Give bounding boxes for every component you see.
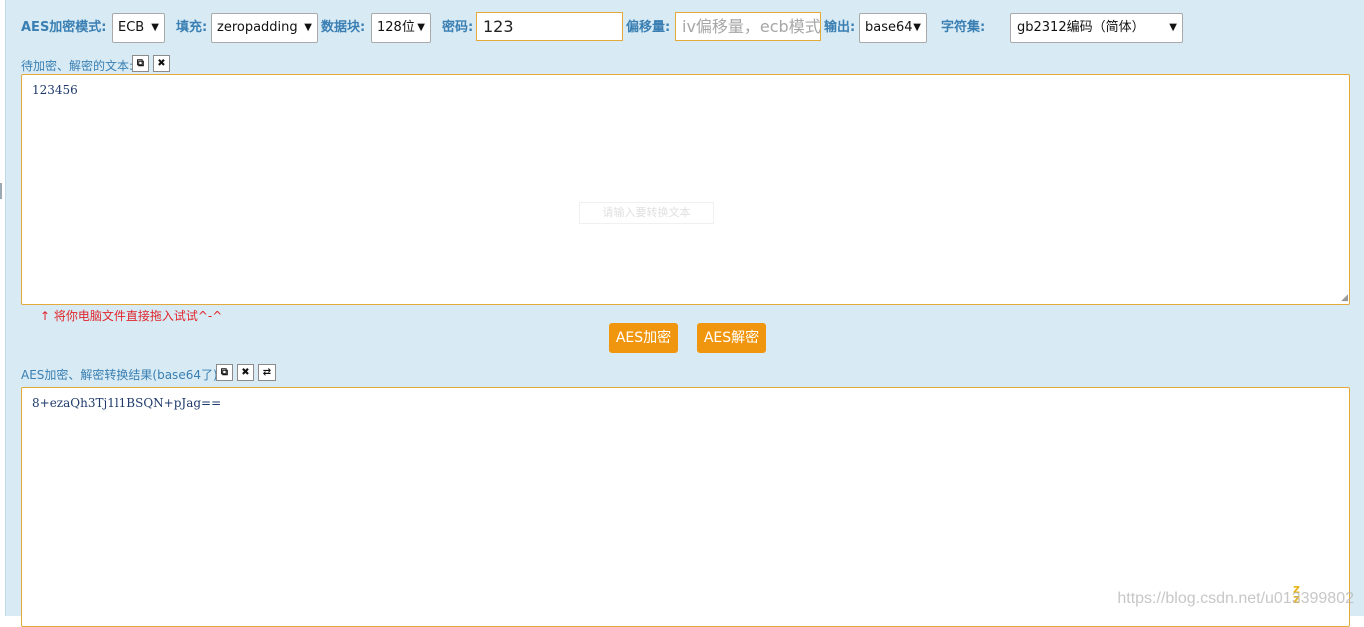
iv-input[interactable]: iv偏移量，ecb模式: [675, 12, 821, 41]
output-select-value: base64: [865, 20, 913, 35]
chevron-down-icon: ▼: [417, 22, 425, 33]
settings-toolbar: AES加密模式: ECB ▼ 填充: zeropadding ▼ 数据块: 12…: [6, 0, 1364, 56]
block-select-value: 128位: [377, 20, 415, 35]
output-text: 8+ezaQh3Tj1l1BSQN+pJag==: [32, 396, 222, 410]
chevron-down-icon: ▼: [913, 22, 921, 33]
input-placeholder-hint: 请输入要转换文本: [579, 202, 714, 224]
input-textarea[interactable]: 123456 ◢: [21, 74, 1350, 305]
copy-icon: ⧉: [220, 367, 229, 378]
drag-drop-tip: ↑ 将你电脑文件直接拖入试试^-^: [40, 309, 223, 323]
copy-output-button[interactable]: ⧉: [216, 364, 233, 381]
output-result-label: AES加密、解密转换结果(base64了):: [21, 368, 222, 382]
output-select[interactable]: base64 ▼: [859, 13, 927, 43]
aes-decrypt-button[interactable]: AES解密: [697, 323, 766, 353]
copy-icon: ⧉: [136, 58, 145, 69]
mode-select[interactable]: ECB ▼: [112, 13, 165, 43]
block-label: 数据块:: [321, 20, 366, 35]
padding-select[interactable]: zeropadding ▼: [211, 13, 318, 43]
swap-icon: ⇄: [262, 367, 272, 378]
clear-input-button[interactable]: ✖: [153, 55, 170, 72]
block-select[interactable]: 128位 ▼: [371, 13, 431, 43]
padding-label: 填充:: [176, 20, 208, 35]
output-label: 输出:: [824, 20, 856, 35]
scroll-edge-marker: [0, 183, 2, 199]
iv-label: 偏移量:: [626, 20, 671, 35]
resize-grip-icon[interactable]: ◢: [1341, 294, 1348, 303]
clear-output-button[interactable]: ✖: [237, 364, 254, 381]
swap-button[interactable]: ⇄: [258, 364, 276, 381]
aes-tool-panel: AES加密模式: ECB ▼ 填充: zeropadding ▼ 数据块: 12…: [5, 0, 1364, 627]
copy-input-button[interactable]: ⧉: [132, 55, 149, 72]
password-input[interactable]: 123: [476, 12, 623, 41]
chevron-down-icon: ▼: [1169, 22, 1177, 33]
input-label: 待加密、解密的文本:: [21, 59, 134, 73]
mode-label: AES加密模式:: [21, 20, 107, 35]
charset-select-value: gb2312编码（简体）: [1017, 20, 1145, 35]
csdn-watermark: https://blog.csdn.net/u013399802: [1117, 590, 1354, 607]
chevron-down-icon: ▼: [304, 22, 312, 33]
password-label: 密码:: [442, 20, 474, 35]
aes-encrypt-button[interactable]: AES加密: [609, 323, 678, 353]
padding-select-value: zeropadding: [217, 20, 298, 35]
close-icon: ✖: [157, 58, 166, 69]
chevron-down-icon: ▼: [151, 22, 159, 33]
mode-select-value: ECB: [118, 20, 145, 35]
charset-label: 字符集:: [941, 20, 986, 35]
input-text: 123456: [32, 83, 78, 97]
close-icon: ✖: [241, 367, 250, 378]
charset-select[interactable]: gb2312编码（简体） ▼: [1010, 13, 1183, 43]
